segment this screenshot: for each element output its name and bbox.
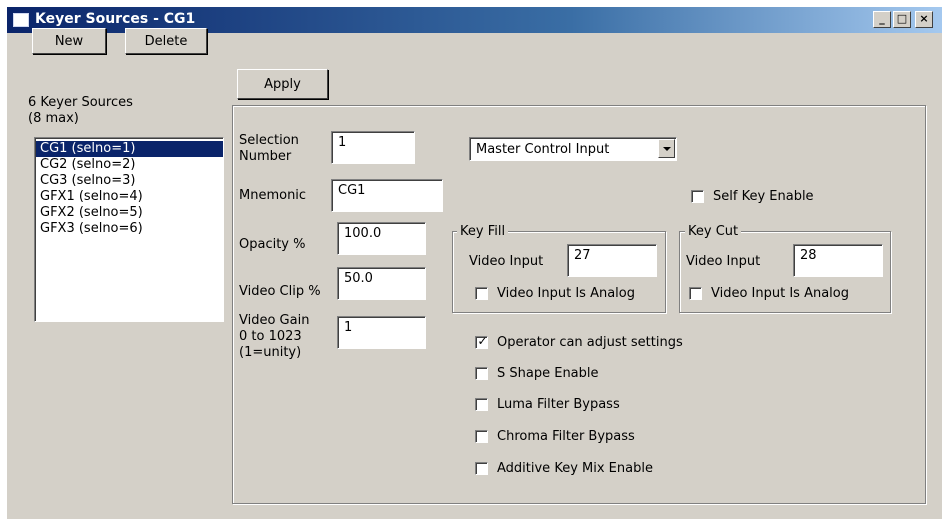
- self-key-enable-checkbox[interactable]: [691, 190, 704, 203]
- close-button[interactable]: ×: [915, 11, 933, 28]
- key-fill-title: Key Fill: [457, 224, 509, 239]
- window-title: Keyer Sources - CG1: [35, 11, 196, 27]
- input-source-select[interactable]: Master Control Input: [469, 137, 677, 161]
- list-item[interactable]: GFX2 (selno=5): [36, 205, 223, 221]
- option-checkbox[interactable]: [475, 462, 488, 475]
- selection-number-label-line1: Selection: [239, 133, 299, 148]
- selection-number-field[interactable]: 1: [331, 131, 415, 164]
- list-item[interactable]: GFX3 (selno=6): [36, 221, 223, 237]
- key-fill-analog-checkbox[interactable]: [475, 287, 488, 300]
- keyer-sources-window: Keyer Sources - CG1 _ □ × New Delete 6 K…: [6, 6, 942, 519]
- key-cut-analog-label: Video Input Is Analog: [711, 286, 850, 301]
- check-icon: ✓: [477, 334, 488, 348]
- keyer-max-label: (8 max): [28, 111, 79, 126]
- window-app-icon: [13, 13, 29, 27]
- option-label: Chroma Filter Bypass: [497, 429, 635, 444]
- selection-number-label-line2: Number: [239, 149, 292, 164]
- mnemonic-label: Mnemonic: [239, 188, 307, 203]
- option-label: S Shape Enable: [497, 366, 599, 381]
- video-clip-field[interactable]: 50.0: [337, 267, 426, 300]
- key-fill-analog-label: Video Input Is Analog: [497, 286, 636, 301]
- option-checkbox[interactable]: [475, 367, 488, 380]
- new-button[interactable]: New: [32, 28, 106, 54]
- video-clip-label: Video Clip %: [239, 284, 321, 299]
- list-item[interactable]: CG2 (selno=2): [36, 157, 223, 173]
- chevron-down-icon[interactable]: [658, 139, 675, 158]
- option-label: Operator can adjust settings: [497, 335, 683, 350]
- option-checkbox[interactable]: [475, 430, 488, 443]
- list-item[interactable]: GFX1 (selno=4): [36, 189, 223, 205]
- list-item[interactable]: CG3 (selno=3): [36, 173, 223, 189]
- video-gain-field[interactable]: 1: [337, 316, 426, 349]
- mnemonic-field[interactable]: CG1: [331, 179, 443, 212]
- minimize-button[interactable]: _: [873, 11, 891, 28]
- option-label: Luma Filter Bypass: [497, 397, 620, 412]
- delete-button[interactable]: Delete: [125, 28, 207, 54]
- option-label: Additive Key Mix Enable: [497, 461, 653, 476]
- self-key-enable-label: Self Key Enable: [713, 189, 814, 204]
- option-checkbox[interactable]: ✓: [475, 334, 488, 349]
- video-gain-label-line2: 0 to 1023: [239, 329, 302, 344]
- list-item[interactable]: CG1 (selno=1): [36, 141, 223, 157]
- key-cut-analog-checkbox[interactable]: [689, 287, 702, 300]
- opacity-label: Opacity %: [239, 237, 306, 252]
- key-cut-title: Key Cut: [685, 224, 742, 239]
- key-cut-video-input-label: Video Input: [686, 254, 761, 269]
- keyer-sources-list[interactable]: CG1 (selno=1) CG2 (selno=2) CG3 (selno=3) G…: [34, 137, 224, 322]
- opacity-field[interactable]: 100.0: [337, 222, 426, 255]
- key-cut-video-input-field[interactable]: 28: [793, 244, 883, 277]
- keyer-count-label: 6 Keyer Sources: [28, 95, 133, 110]
- video-gain-label-line3: (1=unity): [239, 345, 302, 360]
- key-fill-video-input-label: Video Input: [469, 254, 544, 269]
- input-source-select-value: Master Control Input: [476, 142, 610, 157]
- maximize-button[interactable]: □: [893, 11, 911, 28]
- apply-button[interactable]: Apply: [237, 69, 328, 99]
- key-fill-video-input-field[interactable]: 27: [567, 244, 657, 277]
- video-gain-label-line1: Video Gain: [239, 313, 310, 328]
- option-checkbox[interactable]: [475, 398, 488, 411]
